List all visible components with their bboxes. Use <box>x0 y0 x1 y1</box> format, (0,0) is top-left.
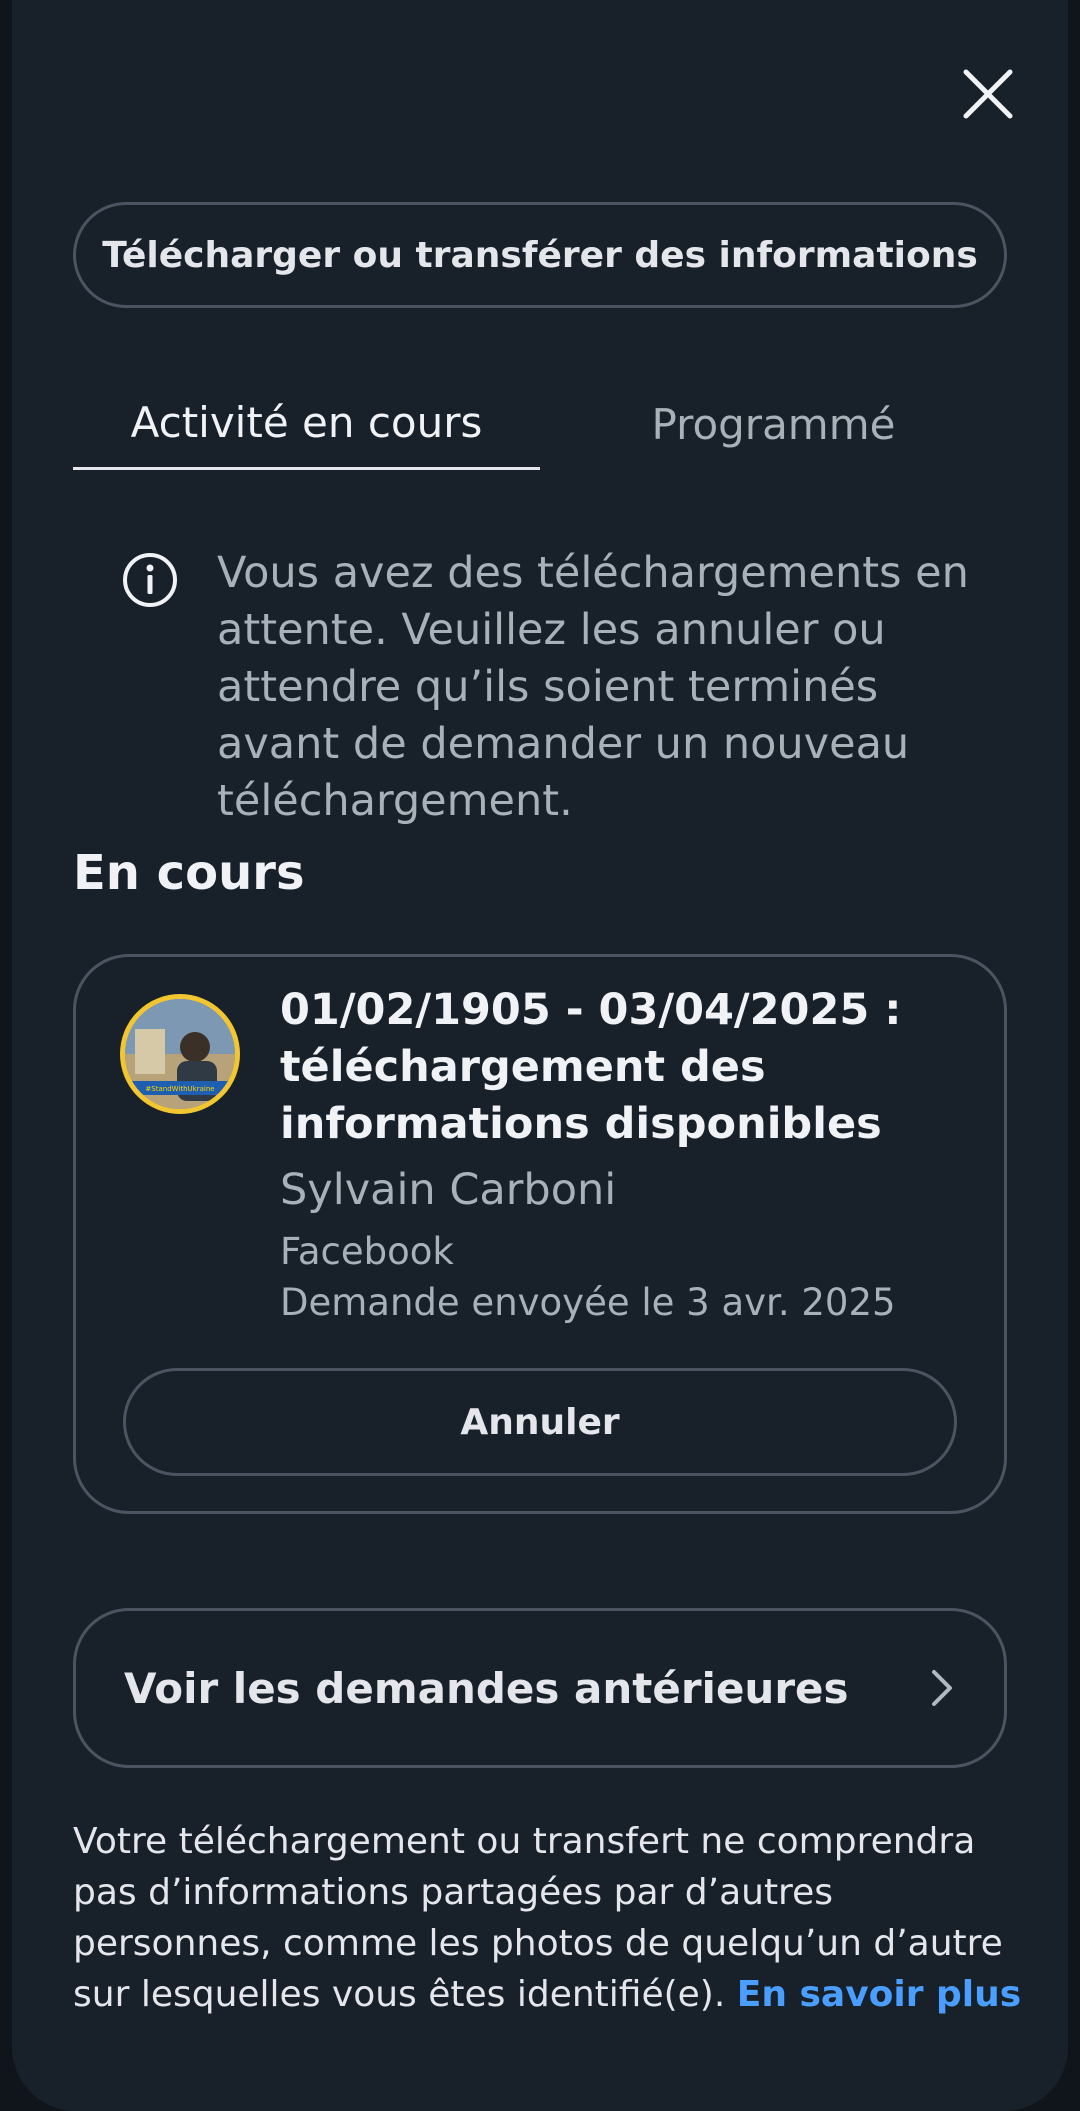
in-progress-title: En cours <box>73 845 305 901</box>
tab-scheduled[interactable]: Programmé <box>540 378 1007 470</box>
request-app: Facebook <box>280 1230 454 1273</box>
avatar-photo: #StandWithUkraine <box>125 999 235 1109</box>
chevron-right-icon <box>932 1670 952 1706</box>
request-date: Demande envoyée le 3 avr. 2025 <box>280 1281 896 1324</box>
tab-label: Programmé <box>651 399 896 449</box>
past-requests-label: Voir les demandes antérieures <box>124 1663 849 1713</box>
download-transfer-button[interactable]: Télécharger ou transférer des informatio… <box>73 202 1007 308</box>
close-button[interactable] <box>952 58 1024 130</box>
learn-more-link[interactable]: En savoir plus <box>737 1974 1021 2015</box>
tab-current-activity[interactable]: Activité en cours <box>73 378 540 470</box>
avatar: #StandWithUkraine <box>120 994 240 1114</box>
download-sheet: Télécharger ou transférer des informatio… <box>12 0 1068 2111</box>
request-title: 01/02/1905 - 03/04/2025 : téléchargement… <box>280 985 902 1149</box>
tab-bar: Activité en cours Programmé <box>73 378 1007 470</box>
past-requests-button[interactable]: Voir les demandes antérieures <box>73 1608 1007 1768</box>
pending-notice-text: Vous avez des téléchargements en attente… <box>217 548 969 826</box>
request-account-name: Sylvain Carboni <box>280 1165 617 1215</box>
footer-disclaimer: Votre téléchargement ou transfert ne com… <box>73 1816 1023 2020</box>
download-transfer-label: Télécharger ou transférer des informatio… <box>102 234 978 276</box>
tab-label: Activité en cours <box>130 398 483 447</box>
avatar-badge-text: #StandWithUkraine <box>145 1085 214 1093</box>
cancel-label: Annuler <box>460 1401 620 1443</box>
close-icon <box>963 69 1013 119</box>
info-icon <box>123 553 177 607</box>
cancel-button[interactable]: Annuler <box>123 1368 957 1476</box>
